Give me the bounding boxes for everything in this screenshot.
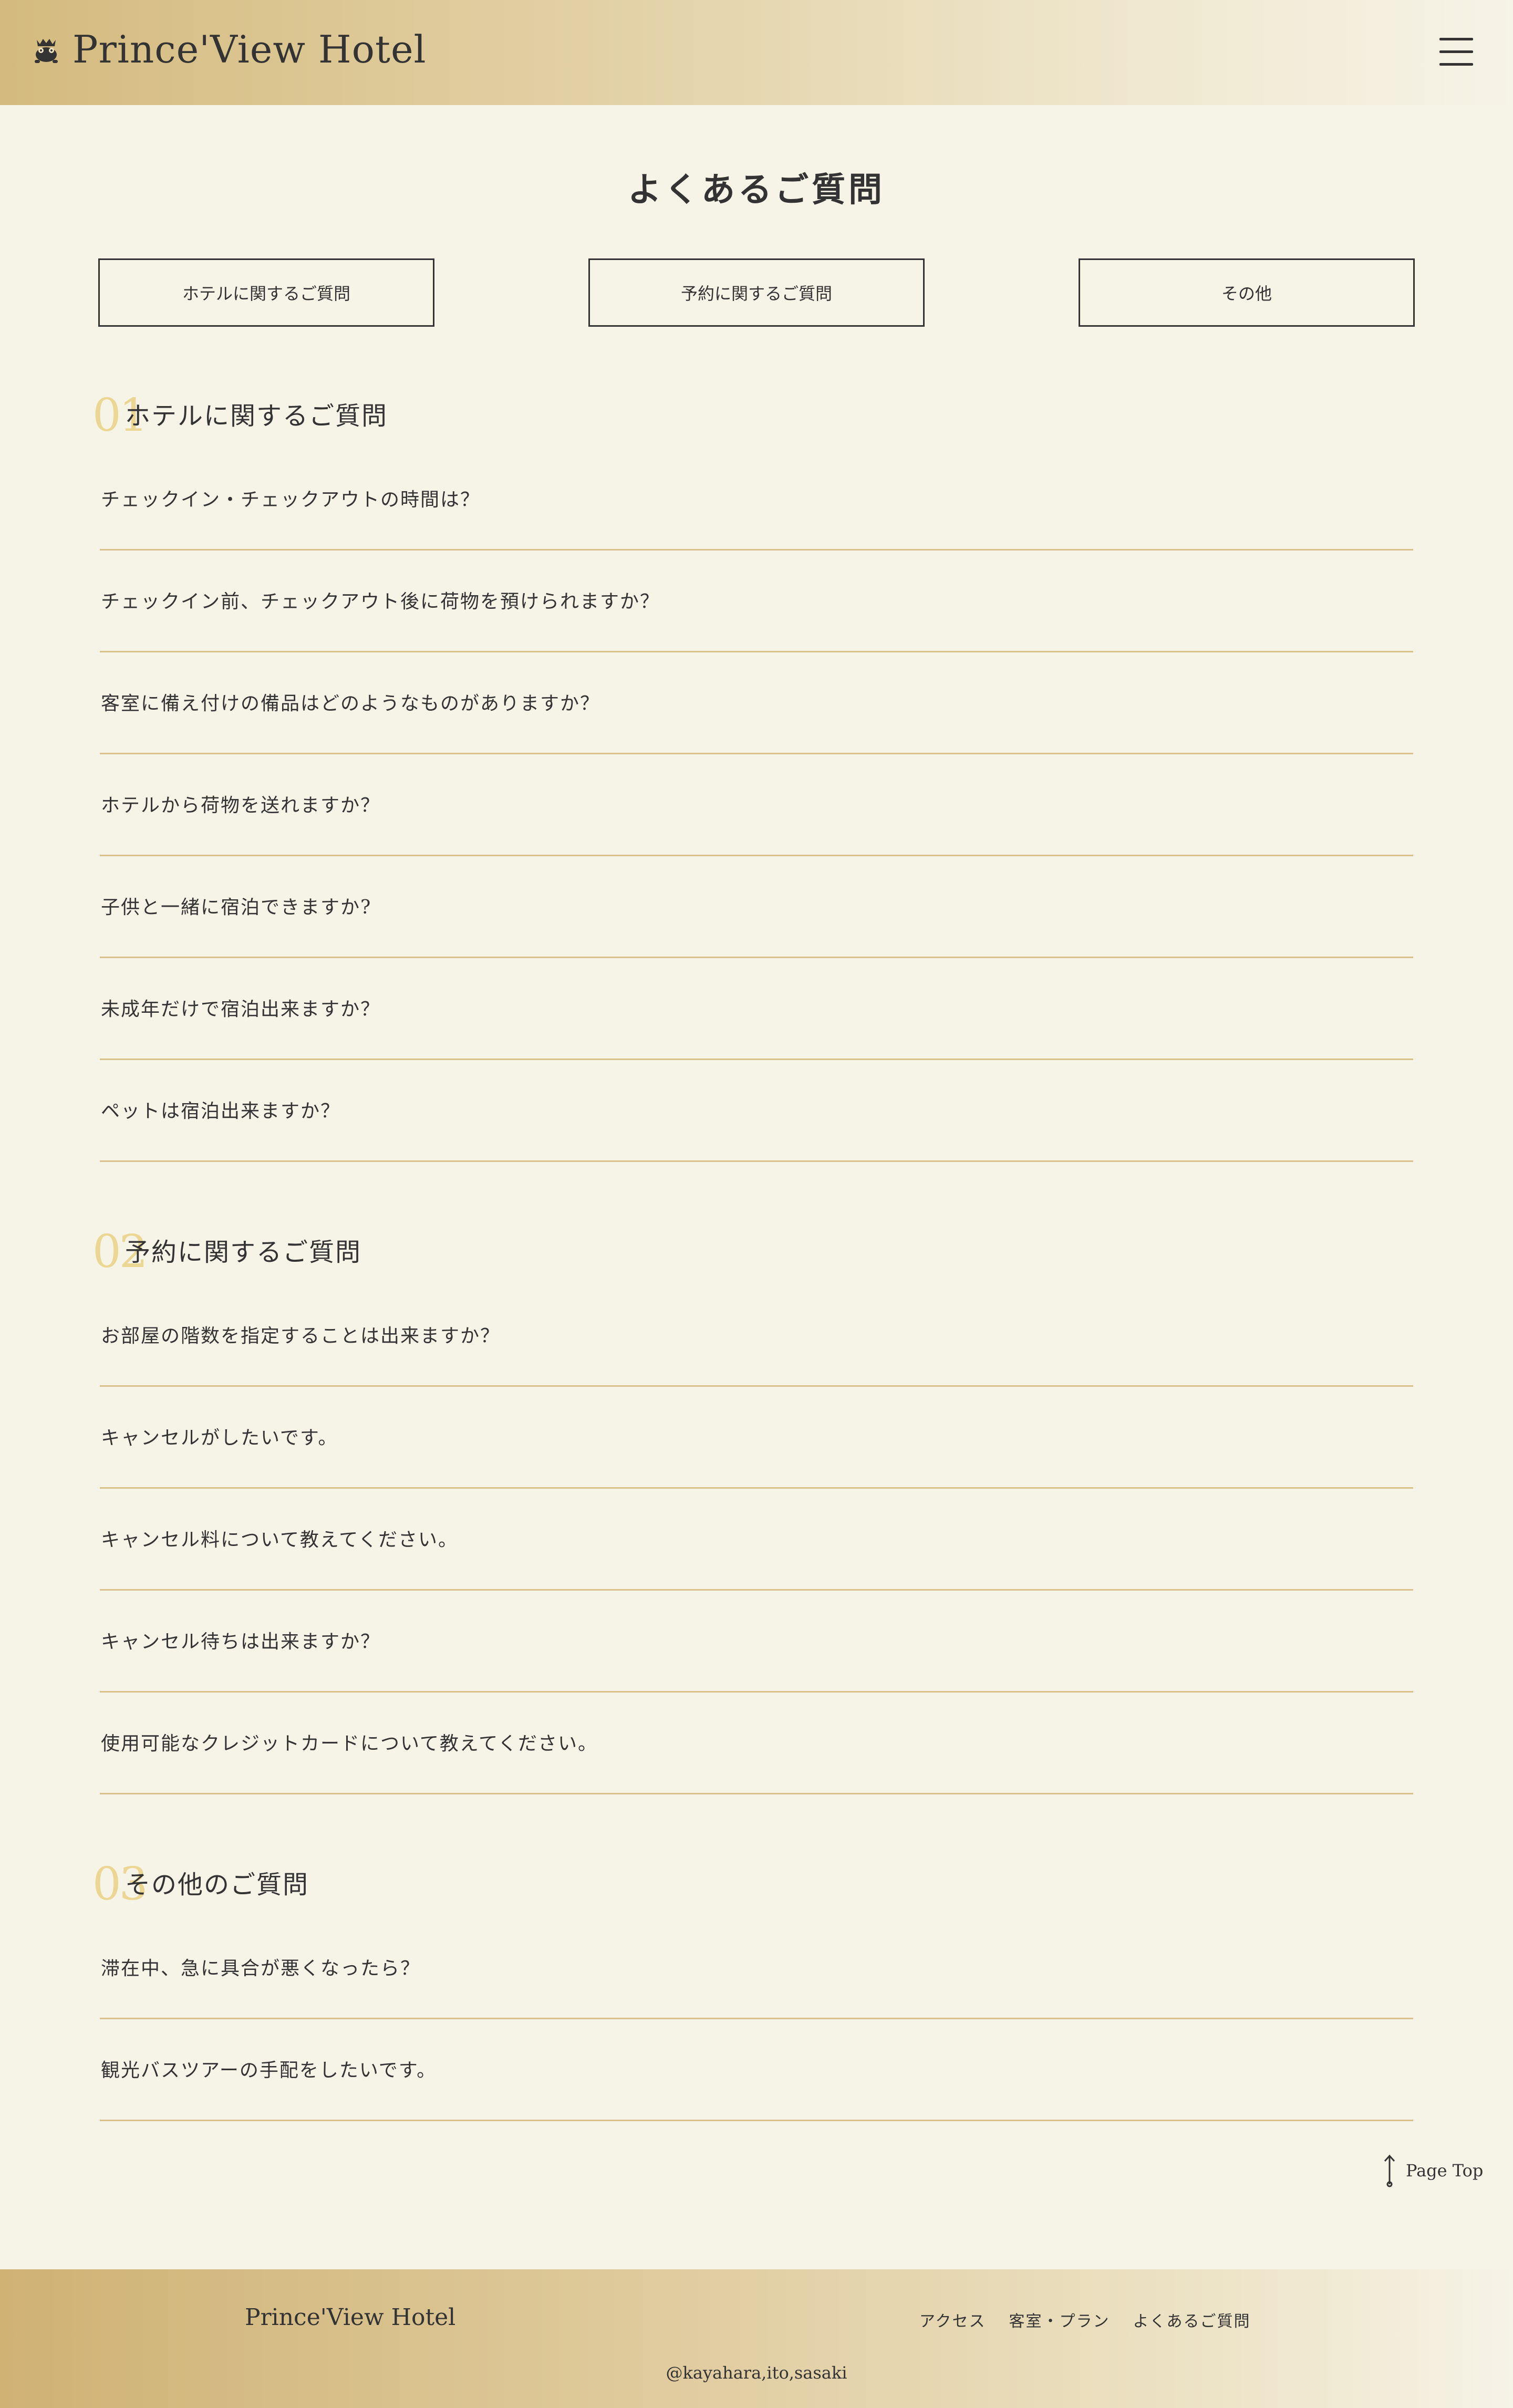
faq-question: 滞在中、急に具合が悪くなったら？ — [101, 1958, 421, 1979]
hamburger-menu-icon[interactable] — [1439, 38, 1473, 67]
faq-item[interactable]: キャンセル料について教えてください。 — [100, 1489, 1413, 1591]
faq-item[interactable]: キャンセル待ちは出来ますか？ — [100, 1591, 1413, 1693]
tab-hotel-questions[interactable]: ホテルに関するご質問 — [98, 258, 434, 327]
footer-nav: アクセス 客室・プラン よくあるご質問 — [919, 2308, 1274, 2331]
tab-other[interactable]: その他 — [1079, 258, 1415, 327]
page-top-label: Page Top — [1406, 2161, 1484, 2181]
faq-question: 客室に備え付けの備品はどのようなものがありますか？ — [101, 693, 600, 714]
footer-link-rooms-plans[interactable]: 客室・プラン — [1009, 2308, 1110, 2331]
faq-item[interactable]: チェックイン・チェックアウトの時間は？ — [100, 449, 1413, 551]
faq-question: チェックイン前、チェックアウト後に荷物を預けられますか？ — [101, 591, 660, 613]
faq-item[interactable]: ペットは宿泊出来ますか？ — [100, 1060, 1413, 1162]
site-header: Prince'View Hotel — [0, 0, 1513, 105]
hotel-logo[interactable]: Prince'View Hotel — [29, 27, 427, 71]
arrow-up-icon — [1384, 2154, 1395, 2187]
faq-item[interactable]: 客室に備え付けの備品はどのようなものがありますか？ — [100, 652, 1413, 754]
footer-logo[interactable]: Prince'View Hotel — [245, 2304, 455, 2331]
faq-item[interactable]: 子供と一緒に宿泊できますか? — [100, 856, 1413, 958]
faq-item[interactable]: キャンセルがしたいです。 — [100, 1387, 1413, 1489]
section-title: その他のご質問 — [125, 1870, 309, 1900]
faq-item[interactable]: 未成年だけで宿泊出来ますか？ — [100, 958, 1413, 1060]
faq-question: ペットは宿泊出来ますか？ — [101, 1101, 341, 1122]
faq-question: お部屋の階数を指定することは出来ますか？ — [101, 1325, 501, 1347]
faq-question: 子供と一緒に宿泊できますか? — [101, 897, 372, 918]
faq-question: キャンセル待ちは出来ますか？ — [101, 1631, 381, 1653]
faq-question: キャンセル料について教えてください。 — [101, 1529, 459, 1551]
faq-item[interactable]: 滞在中、急に具合が悪くなったら？ — [100, 1917, 1413, 2019]
footer-link-faq[interactable]: よくあるご質問 — [1133, 2308, 1251, 2331]
copyright: @kayahara,ito,sasaki — [666, 2363, 847, 2383]
logo-text: Prince'View Hotel — [72, 27, 427, 71]
faq-item[interactable]: お部屋の階数を指定することは出来ますか？ — [100, 1285, 1413, 1387]
faq-question: 未成年だけで宿泊出来ますか？ — [101, 999, 381, 1020]
section-title: ホテルに関するご質問 — [125, 401, 388, 431]
tab-reservation-questions[interactable]: 予約に関するご質問 — [588, 258, 925, 327]
page-top-link[interactable]: Page Top — [1382, 2154, 1483, 2187]
faq-item[interactable]: 使用可能なクレジットカードについて教えてください。 — [100, 1693, 1413, 1794]
faq-item[interactable]: ホテルから荷物を送れますか？ — [100, 754, 1413, 856]
page-title: よくあるご質問 — [628, 170, 885, 210]
faq-question: キャンセルがしたいです。 — [101, 1427, 338, 1449]
crown-frog-icon — [35, 39, 58, 63]
faq-question: ホテルから荷物を送れますか？ — [101, 795, 381, 816]
footer-link-access[interactable]: アクセス — [919, 2308, 986, 2331]
faq-question: 観光バスツアーの手配をしたいです。 — [101, 2060, 437, 2081]
faq-item[interactable]: チェックイン前、チェックアウト後に荷物を預けられますか？ — [100, 551, 1413, 652]
section-title: 予約に関するご質問 — [125, 1238, 362, 1267]
faq-question: チェックイン・チェックアウトの時間は？ — [101, 489, 481, 511]
faq-item[interactable]: 観光バスツアーの手配をしたいです。 — [100, 2019, 1413, 2121]
faq-question: 使用可能なクレジットカードについて教えてください。 — [101, 1733, 598, 1755]
site-footer: Prince'View Hotel アクセス 客室・プラン よくあるご質問 @k… — [0, 2269, 1513, 2408]
